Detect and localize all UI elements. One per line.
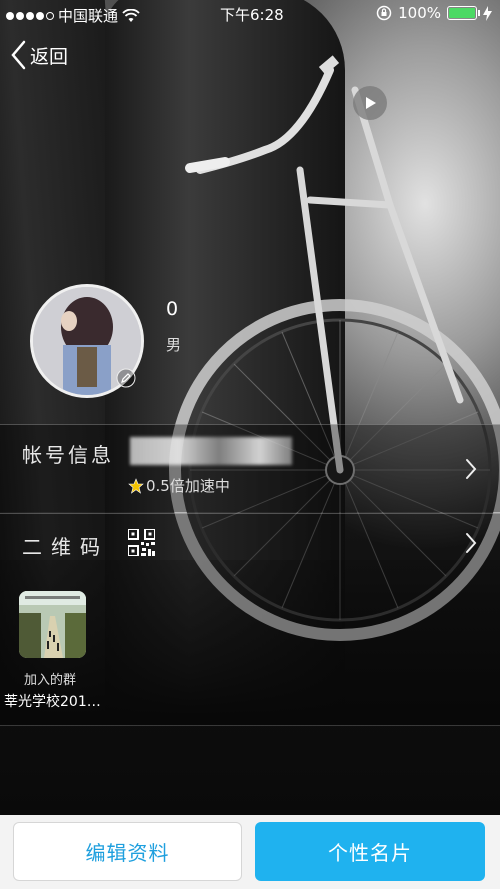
battery-icon bbox=[447, 6, 480, 20]
joined-groups-section: 加入的群 莘光学校201… bbox=[0, 571, 500, 726]
star-icon bbox=[128, 477, 144, 494]
battery-percent: 100% bbox=[398, 4, 441, 22]
signal-dot bbox=[16, 11, 24, 20]
carrier-name: 中国联通 bbox=[58, 7, 119, 25]
group-name[interactable]: 莘光学校201… bbox=[4, 691, 114, 711]
rotation-lock-icon bbox=[376, 5, 392, 21]
qr-code-row[interactable]: 二维码 bbox=[0, 513, 500, 571]
joined-groups-label: 加入的群 bbox=[24, 673, 77, 688]
account-info-label: 帐号信息 bbox=[22, 443, 114, 467]
account-info-row[interactable]: 帐号信息 0.5倍加速中 bbox=[0, 424, 500, 512]
chevron-right-icon bbox=[466, 533, 477, 553]
play-button[interactable] bbox=[353, 86, 387, 120]
edit-profile-button[interactable]: 编辑资料 bbox=[13, 822, 242, 881]
personal-card-button[interactable]: 个性名片 bbox=[255, 822, 485, 881]
signal-dots-icon bbox=[6, 11, 54, 20]
charging-bolt-icon bbox=[483, 5, 492, 21]
gender: 男 bbox=[166, 336, 182, 354]
bottom-action-bar: 编辑资料 个性名片 bbox=[0, 815, 500, 889]
acceleration-status: 0.5倍加速中 bbox=[128, 475, 230, 496]
status-bar-right: 100% bbox=[376, 4, 492, 22]
nickname: 0 bbox=[166, 298, 179, 320]
play-icon bbox=[366, 97, 376, 109]
group-avatar[interactable] bbox=[19, 591, 86, 658]
qr-code-label: 二维码 bbox=[22, 535, 109, 559]
wifi-icon bbox=[122, 8, 140, 22]
qr-code-icon bbox=[128, 529, 155, 556]
chevron-left-icon bbox=[11, 40, 26, 70]
signal-dot bbox=[36, 11, 44, 20]
signal-dot bbox=[26, 11, 34, 20]
status-time: 下午6:28 bbox=[220, 6, 284, 24]
back-label: 返回 bbox=[30, 45, 69, 68]
chevron-right-icon bbox=[466, 459, 477, 479]
status-bar: 中国联通 下午6:28 100% bbox=[0, 0, 500, 28]
back-button[interactable]: 返回 bbox=[10, 40, 68, 70]
group-photo bbox=[19, 591, 86, 658]
battery-level bbox=[449, 8, 475, 18]
account-number-blurred bbox=[130, 437, 292, 465]
signal-dot-empty bbox=[46, 11, 54, 20]
acceleration-text: 0.5倍加速中 bbox=[146, 477, 230, 495]
signal-dot bbox=[6, 11, 14, 20]
status-bar-left: 中国联通 bbox=[6, 5, 140, 26]
avatar-edit-icon[interactable] bbox=[116, 368, 136, 388]
